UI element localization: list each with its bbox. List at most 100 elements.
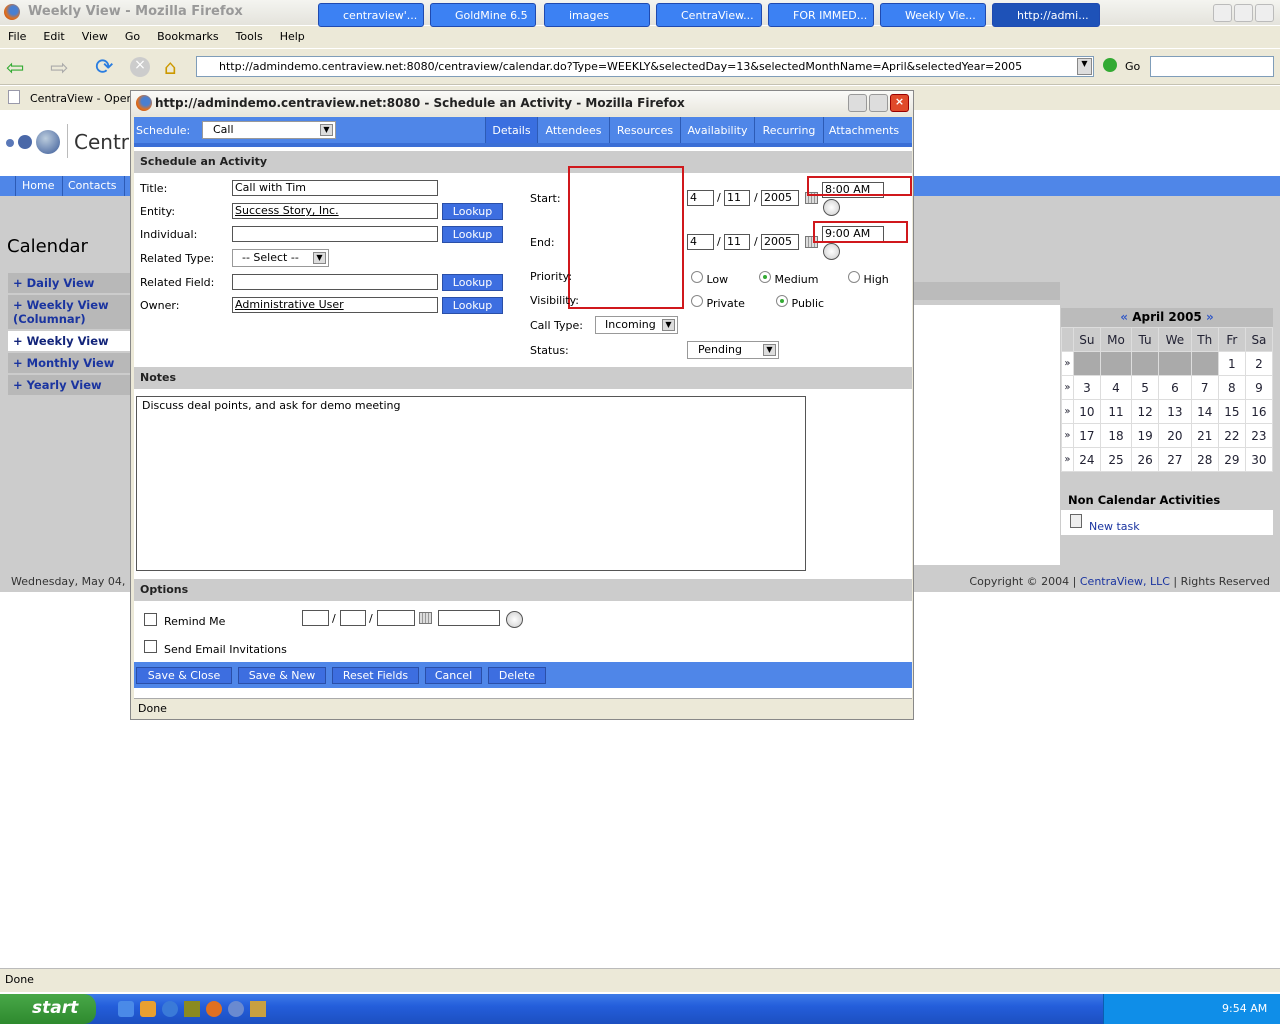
browser-icon[interactable] — [162, 1001, 178, 1017]
calendar-day[interactable]: 23 — [1244, 423, 1274, 448]
close-button[interactable] — [1255, 4, 1274, 22]
calendar-day[interactable]: 8 — [1217, 375, 1246, 400]
call-type-select[interactable]: Incoming ▼ — [595, 316, 678, 334]
tab-recurring[interactable]: Recurring — [754, 117, 823, 143]
tab-availability[interactable]: Availability — [680, 117, 754, 143]
tab-resources[interactable]: Resources — [609, 117, 680, 143]
side-weekly-view[interactable]: + Weekly View — [8, 331, 130, 351]
entity-lookup-button[interactable]: Lookup — [442, 203, 503, 220]
remind-time-input[interactable] — [438, 610, 500, 626]
app-icon[interactable] — [228, 1001, 244, 1017]
popup-minimize-button[interactable] — [848, 94, 867, 112]
menu-edit[interactable]: Edit — [43, 30, 64, 48]
related-field-input[interactable] — [232, 274, 438, 290]
calendar-day[interactable]: 5 — [1131, 375, 1160, 400]
side-daily-view[interactable]: + Daily View — [8, 273, 130, 293]
side-weekly-columnar[interactable]: + Weekly View (Columnar) — [8, 295, 130, 329]
delete-button[interactable]: Delete — [488, 667, 546, 684]
taskbar-item[interactable]: GoldMine 6.5 — [430, 3, 536, 27]
calendar-day[interactable]: 15 — [1217, 399, 1246, 424]
owner-input[interactable]: Administrative User — [232, 297, 438, 313]
maximize-button[interactable] — [1234, 4, 1253, 22]
tab-attendees[interactable]: Attendees — [537, 117, 609, 143]
taskbar-item[interactable]: FOR IMMED... — [768, 3, 874, 27]
title-input[interactable]: Call with Tim — [232, 180, 438, 196]
calendar-day[interactable]: 27 — [1158, 447, 1192, 472]
taskbar-item[interactable]: http://admi... — [992, 3, 1100, 27]
calendar-day[interactable]: 20 — [1158, 423, 1192, 448]
taskbar-item[interactable]: Weekly Vie... — [880, 3, 986, 27]
priority-low[interactable]: Low — [691, 271, 728, 286]
popup-maximize-button[interactable] — [869, 94, 888, 112]
schedule-type-select[interactable]: Call ▼ — [202, 121, 336, 139]
clock-icon[interactable] — [823, 243, 840, 260]
menu-view[interactable]: View — [82, 30, 108, 48]
select-week-button[interactable]: » — [1061, 423, 1074, 448]
calendar-day[interactable]: 12 — [1131, 399, 1160, 424]
calendar-day[interactable]: 21 — [1190, 423, 1219, 448]
calendar-day[interactable]: 11 — [1099, 399, 1133, 424]
priority-medium[interactable]: Medium — [759, 271, 818, 286]
forward-icon[interactable]: ⇨ — [50, 56, 68, 81]
stop-icon[interactable]: × — [130, 57, 150, 77]
next-month-button[interactable]: » — [1206, 310, 1214, 324]
owner-lookup-button[interactable]: Lookup — [442, 297, 503, 314]
clock-icon[interactable] — [506, 611, 523, 628]
select-week-button[interactable]: » — [1061, 399, 1074, 424]
remind-year-input[interactable] — [377, 610, 415, 626]
select-week-button[interactable]: » — [1061, 351, 1074, 376]
priority-high[interactable]: High — [848, 271, 889, 286]
end-year-input[interactable]: 2005 — [761, 234, 799, 250]
home-icon[interactable]: ⌂ — [164, 55, 177, 79]
app-icon[interactable] — [184, 1001, 200, 1017]
start-button[interactable]: start — [0, 994, 96, 1024]
calendar-day[interactable]: 6 — [1158, 375, 1192, 400]
reset-fields-button[interactable]: Reset Fields — [332, 667, 419, 684]
side-yearly-view[interactable]: + Yearly View — [8, 375, 130, 395]
calendar-day[interactable]: 28 — [1190, 447, 1219, 472]
calendar-day[interactable]: 30 — [1244, 447, 1274, 472]
select-week-button[interactable]: » — [1061, 375, 1074, 400]
visibility-public[interactable]: Public — [776, 295, 824, 310]
calendar-day[interactable]: 7 — [1190, 375, 1219, 400]
calendar-day[interactable]: 9 — [1244, 375, 1274, 400]
calendar-icon[interactable] — [419, 612, 432, 624]
tab-attachments[interactable]: Attachments — [823, 117, 904, 143]
menu-help[interactable]: Help — [280, 30, 305, 48]
calendar-day[interactable]: 4 — [1099, 375, 1133, 400]
calendar-day[interactable]: 10 — [1072, 399, 1101, 424]
app-icon[interactable] — [140, 1001, 156, 1017]
calendar-day[interactable]: 26 — [1131, 447, 1160, 472]
save-close-button[interactable]: Save & Close — [136, 667, 232, 684]
side-monthly-view[interactable]: + Monthly View — [8, 353, 130, 373]
reload-icon[interactable]: ⟳ — [95, 55, 113, 80]
taskbar-item[interactable]: images — [544, 3, 650, 27]
nav-contacts[interactable]: Contacts — [63, 176, 125, 196]
nav-home[interactable]: Home — [15, 176, 63, 196]
calendar-day[interactable]: 2 — [1244, 351, 1274, 376]
notes-textarea[interactable]: Discuss deal points, and ask for demo me… — [136, 396, 806, 571]
start-day-input[interactable]: 11 — [724, 190, 750, 206]
calendar-day[interactable]: 13 — [1158, 399, 1192, 424]
remind-day-input[interactable] — [340, 610, 366, 626]
calendar-day[interactable]: 24 — [1072, 447, 1101, 472]
taskbar-item[interactable]: centraview'... — [318, 3, 424, 27]
calendar-day[interactable]: 18 — [1099, 423, 1133, 448]
send-email-checkbox[interactable] — [144, 640, 157, 653]
back-icon[interactable]: ⇦ — [6, 56, 24, 81]
tab-details[interactable]: Details — [485, 117, 537, 143]
firefox-icon[interactable] — [206, 1001, 222, 1017]
calendar-day[interactable]: 14 — [1190, 399, 1219, 424]
calendar-day[interactable]: 16 — [1244, 399, 1274, 424]
calendar-day[interactable]: 19 — [1131, 423, 1160, 448]
ie-icon[interactable] — [118, 1001, 134, 1017]
go-icon[interactable] — [1103, 58, 1117, 72]
calendar-day[interactable]: 17 — [1072, 423, 1101, 448]
company-link[interactable]: CentraView, LLC — [1080, 575, 1170, 588]
calendar-day[interactable]: 29 — [1217, 447, 1246, 472]
url-dropdown-icon[interactable]: ▼ — [1077, 58, 1092, 75]
menu-go[interactable]: Go — [125, 30, 140, 48]
minimize-button[interactable] — [1213, 4, 1232, 22]
calendar-day[interactable]: 3 — [1072, 375, 1101, 400]
save-new-button[interactable]: Save & New — [238, 667, 326, 684]
